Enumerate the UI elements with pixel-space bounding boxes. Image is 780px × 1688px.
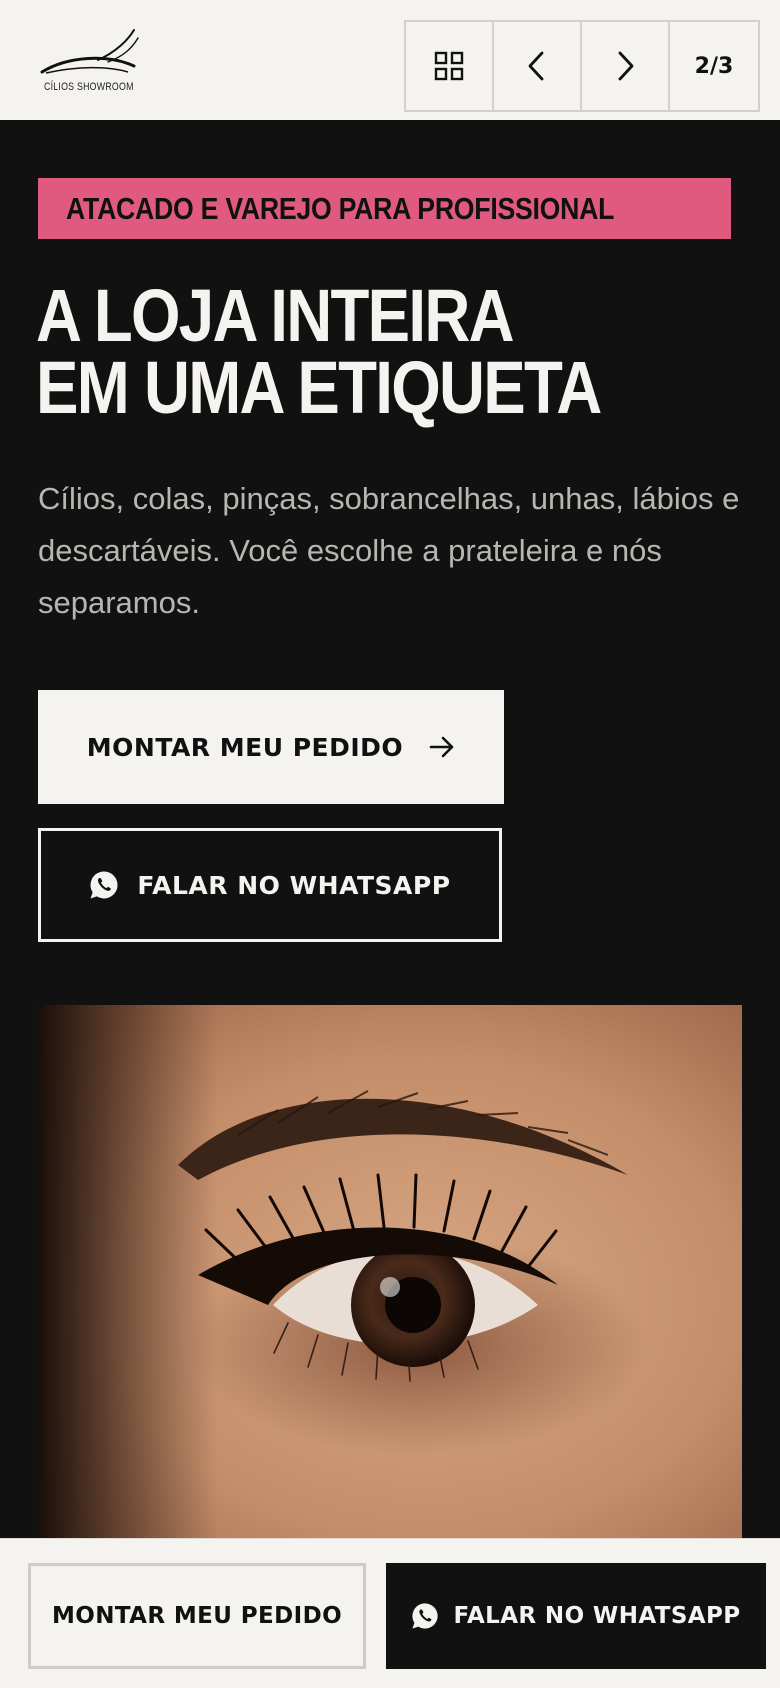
bottom-build-order-label: MONTAR MEU PEDIDO bbox=[51, 1603, 343, 1629]
next-slide-button[interactable] bbox=[582, 22, 670, 110]
hero-section: ATACADO E VAREJO PARA PROFISSIONAL A LOJ… bbox=[0, 120, 780, 1538]
brand-logo[interactable]: CÍLIOS SHOWROOM bbox=[38, 26, 148, 96]
previous-slide-button[interactable] bbox=[494, 22, 582, 110]
whatsapp-icon bbox=[412, 1603, 439, 1629]
eye-closeup-photo bbox=[38, 1005, 742, 1538]
chevron-right-icon bbox=[618, 51, 634, 81]
headline-line-1: A LOJA INTEIRA bbox=[36, 274, 515, 357]
grid-view-button[interactable] bbox=[406, 22, 494, 110]
hero-headline: A LOJA INTEIRA EM UMA ETIQUETA bbox=[36, 274, 756, 429]
build-order-label: MONTAR MEU PEDIDO bbox=[86, 732, 404, 762]
page-indicator-box: 2/3 bbox=[670, 22, 758, 110]
lash-logo-icon bbox=[40, 29, 139, 74]
whatsapp-button[interactable]: FALAR NO WHATSAPP bbox=[38, 828, 502, 942]
grid-icon bbox=[434, 51, 464, 81]
sticky-bottom-bar: MONTAR MEU PEDIDO FALAR NO WHATSAPP bbox=[0, 1538, 780, 1688]
hero-description: Cílios, colas, pinças, sobrancelhas, unh… bbox=[38, 481, 740, 620]
whatsapp-icon bbox=[90, 871, 118, 899]
whatsapp-label: FALAR NO WHATSAPP bbox=[137, 870, 451, 900]
eye-photo-illustration bbox=[38, 1005, 742, 1538]
chevron-left-icon bbox=[528, 51, 544, 81]
arrow-right-icon bbox=[429, 736, 454, 758]
page-indicator: 2/3 bbox=[694, 53, 734, 79]
promo-badge-text: ATACADO E VAREJO PARA PROFISSIONAL bbox=[66, 190, 615, 226]
top-header: CÍLIOS SHOWROOM 2/3 bbox=[0, 0, 780, 120]
bottom-whatsapp-button[interactable]: FALAR NO WHATSAPP bbox=[386, 1563, 766, 1669]
logo-text: CÍLIOS SHOWROOM bbox=[44, 81, 134, 93]
headline-line-2: EM UMA ETIQUETA bbox=[36, 346, 602, 429]
bottom-whatsapp-label: FALAR NO WHATSAPP bbox=[453, 1603, 741, 1629]
slide-navigation: 2/3 bbox=[404, 20, 760, 112]
bottom-build-order-button[interactable]: MONTAR MEU PEDIDO bbox=[28, 1563, 366, 1669]
promo-badge: ATACADO E VAREJO PARA PROFISSIONAL bbox=[38, 178, 732, 239]
build-order-button[interactable]: MONTAR MEU PEDIDO bbox=[38, 690, 504, 804]
